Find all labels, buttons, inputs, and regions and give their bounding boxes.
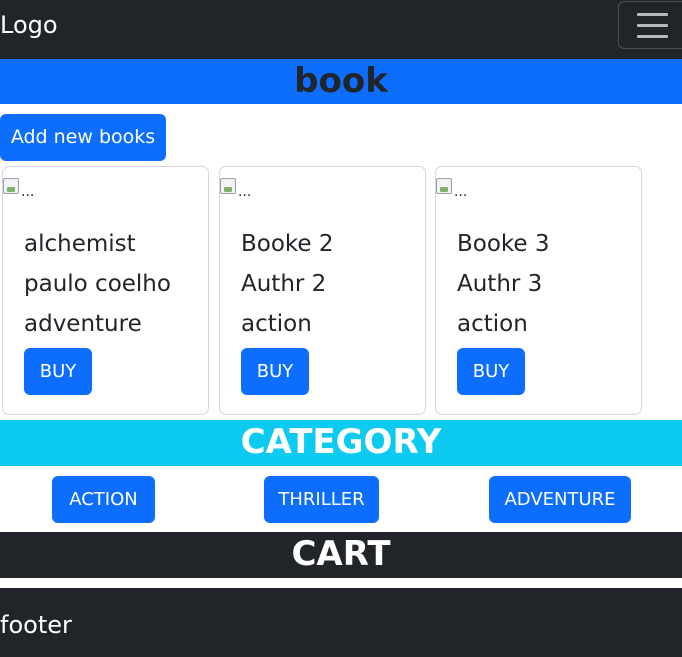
hamburger-bar	[637, 35, 668, 38]
book-title: Booke 3	[457, 231, 550, 257]
book-author: Authr 2	[241, 271, 327, 297]
footer-text: footer	[0, 611, 72, 639]
broken-image-icon	[220, 178, 236, 194]
hamburger-bar	[637, 24, 668, 27]
add-new-books-button[interactable]: Add new books	[0, 114, 166, 161]
book-title: Booke 2	[241, 231, 334, 257]
navbar: Logo	[0, 0, 682, 59]
buy-button[interactable]: BUY	[457, 348, 525, 395]
category-section-title: CATEGORY	[0, 420, 682, 466]
navbar-toggler-button[interactable]	[618, 1, 682, 49]
book-section-title: book	[0, 59, 682, 104]
category-action-button[interactable]: ACTION	[52, 476, 155, 523]
buy-button[interactable]: BUY	[241, 348, 309, 395]
book-title: alchemist	[24, 231, 136, 257]
buy-button[interactable]: BUY	[24, 348, 92, 395]
cart-section-title: CART	[0, 532, 682, 578]
book-image: ...	[220, 178, 260, 204]
book-card: ... Booke 3 Authr 3 action BUY	[435, 166, 642, 415]
hamburger-bar	[637, 13, 668, 16]
book-image-alt: ...	[21, 184, 35, 200]
book-author: paulo coelho	[24, 271, 171, 297]
logo[interactable]: Logo	[0, 10, 58, 40]
book-genre: action	[241, 311, 312, 337]
book-image: ...	[436, 178, 476, 204]
footer: footer	[0, 588, 682, 657]
broken-image-icon	[3, 178, 19, 194]
book-genre: adventure	[24, 311, 142, 337]
book-image-alt: ...	[238, 184, 252, 200]
category-adventure-button[interactable]: ADVENTURE	[489, 476, 631, 523]
book-genre: action	[457, 311, 528, 337]
book-image: ...	[3, 178, 43, 204]
category-thriller-button[interactable]: THRILLER	[264, 476, 379, 523]
book-card: ... Booke 2 Authr 2 action BUY	[219, 166, 426, 415]
broken-image-icon	[436, 178, 452, 194]
book-image-alt: ...	[454, 184, 468, 200]
book-card: ... alchemist paulo coelho adventure BUY	[2, 166, 209, 415]
book-author: Authr 3	[457, 271, 543, 297]
